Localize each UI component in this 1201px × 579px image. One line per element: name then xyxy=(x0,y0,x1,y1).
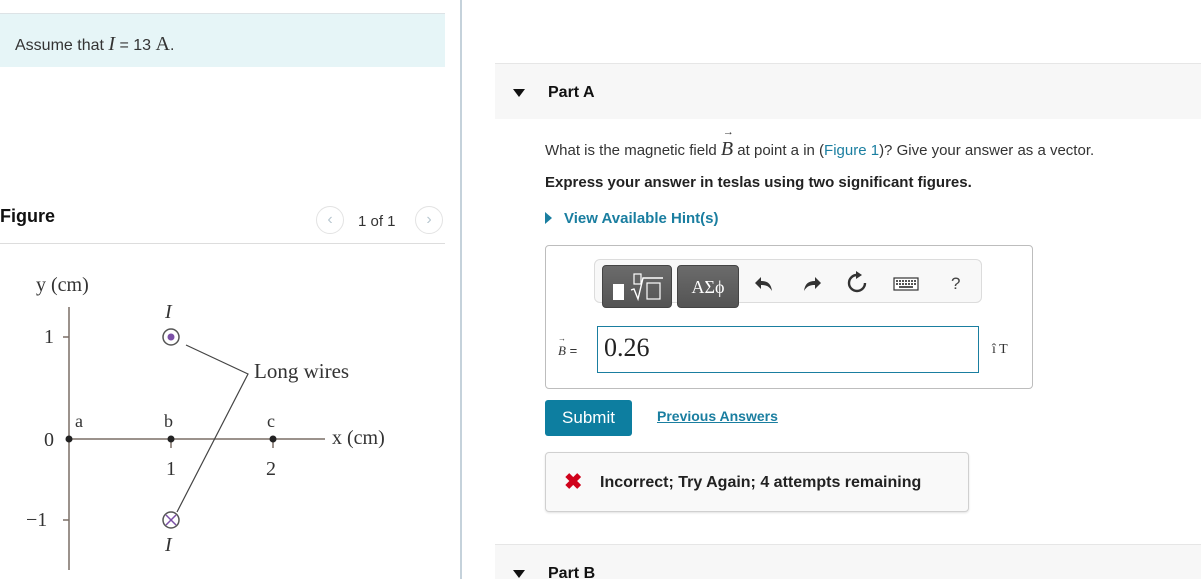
point-a xyxy=(65,435,73,443)
x-tick-label-2: 2 xyxy=(266,458,276,480)
question-middle: at point a in ( xyxy=(733,142,825,159)
point-label-b: b xyxy=(164,411,173,431)
x-tick-label-1: 1 xyxy=(166,458,176,480)
instruction-text: Express your answer in teslas using two … xyxy=(545,174,972,191)
answer-input[interactable]: 0.26 xyxy=(597,326,979,373)
math-toolbar: ΑΣϕ ? xyxy=(594,259,982,308)
chevron-right-icon: › xyxy=(426,211,432,228)
wire-top-current-label: I xyxy=(164,301,173,323)
chevron-left-icon: ‹ xyxy=(327,211,333,228)
assumption-prefix: Assume that xyxy=(15,37,109,54)
submit-button[interactable]: Submit xyxy=(545,400,632,436)
assumption-banner: Assume that I = 13 A. xyxy=(0,13,445,67)
point-label-a: a xyxy=(75,411,83,431)
callout-leader-lines xyxy=(176,344,249,513)
undo-icon[interactable] xyxy=(752,270,778,296)
question-text: What is the magnetic field B at point a … xyxy=(545,138,1094,161)
wire-into-page xyxy=(162,511,180,529)
point-b xyxy=(167,435,175,443)
figure-diagram: y (cm) x (cm) 1 0 −1 1 2 a b c I I Long … xyxy=(26,274,385,570)
y-tick-label-neg1: −1 xyxy=(26,509,47,531)
redo-icon[interactable] xyxy=(798,270,824,296)
incorrect-x-icon: ✖ xyxy=(564,469,583,494)
figure-header: Figure ‹ 1 of 1 › xyxy=(0,200,445,244)
part-a-label: Part A xyxy=(548,84,595,101)
answer-label-var: B xyxy=(558,343,566,358)
templates-button[interactable] xyxy=(602,265,672,308)
assumption-text: Assume that I = 13 A. xyxy=(15,33,174,56)
assumption-value: = 13 xyxy=(115,37,156,54)
figure-next-button[interactable]: › xyxy=(415,206,443,234)
hints-label: View Available Hint(s) xyxy=(564,210,719,227)
keyboard-icon[interactable] xyxy=(891,270,921,296)
answer-label-eq: = xyxy=(565,343,578,358)
view-hints-link[interactable]: View Available Hint(s) xyxy=(545,210,719,227)
help-button[interactable]: ? xyxy=(951,274,960,294)
collapse-triangle-icon[interactable] xyxy=(513,89,525,97)
figure-counter: 1 of 1 xyxy=(358,213,396,230)
collapse-triangle-icon[interactable] xyxy=(513,570,525,578)
feedback-text: Incorrect; Try Again; 4 attempts remaini… xyxy=(600,474,922,491)
left-panel: Assume that I = 13 A. Figure ‹ 1 of 1 › … xyxy=(0,0,461,579)
reset-icon[interactable] xyxy=(844,270,870,296)
figure-link[interactable]: Figure 1 xyxy=(824,142,879,159)
assumption-suffix: . xyxy=(169,37,175,54)
wire-bottom-current-label: I xyxy=(164,534,173,556)
y-tick-label-0: 0 xyxy=(44,429,54,451)
panel-divider[interactable] xyxy=(460,0,462,579)
answer-label: B = xyxy=(558,343,577,359)
y-tick-label-1: 1 xyxy=(44,326,54,348)
x-axis-label: x (cm) xyxy=(332,427,385,449)
question-prefix: What is the magnetic field xyxy=(545,142,721,159)
wire-out-of-page xyxy=(162,328,180,346)
point-c xyxy=(269,435,277,443)
greek-symbols-button[interactable]: ΑΣϕ xyxy=(677,265,739,308)
feedback-box: ✖ Incorrect; Try Again; 4 attempts remai… xyxy=(545,452,969,512)
answer-unit: î T xyxy=(992,342,1008,357)
previous-answers-link[interactable]: Previous Answers xyxy=(657,408,778,424)
question-suffix: )? Give your answer as a vector. xyxy=(879,142,1095,159)
answer-box: ΑΣϕ ? B = 0.26 î T xyxy=(545,245,1033,389)
assumption-unit: A xyxy=(155,33,170,55)
figure-title: Figure xyxy=(0,206,56,226)
y-axis-label: y (cm) xyxy=(36,274,89,296)
figure-prev-button[interactable]: ‹ xyxy=(316,206,344,234)
callout-label: Long wires xyxy=(254,359,349,383)
point-label-c: c xyxy=(267,411,275,431)
expand-triangle-icon xyxy=(545,212,552,224)
part-a-header[interactable]: Part A xyxy=(495,63,1201,119)
part-b-label: Part B xyxy=(548,565,596,579)
part-b-header[interactable]: Part B xyxy=(495,544,1201,579)
vector-b-symbol: B xyxy=(721,138,733,160)
templates-sqrt-icon xyxy=(613,273,663,302)
